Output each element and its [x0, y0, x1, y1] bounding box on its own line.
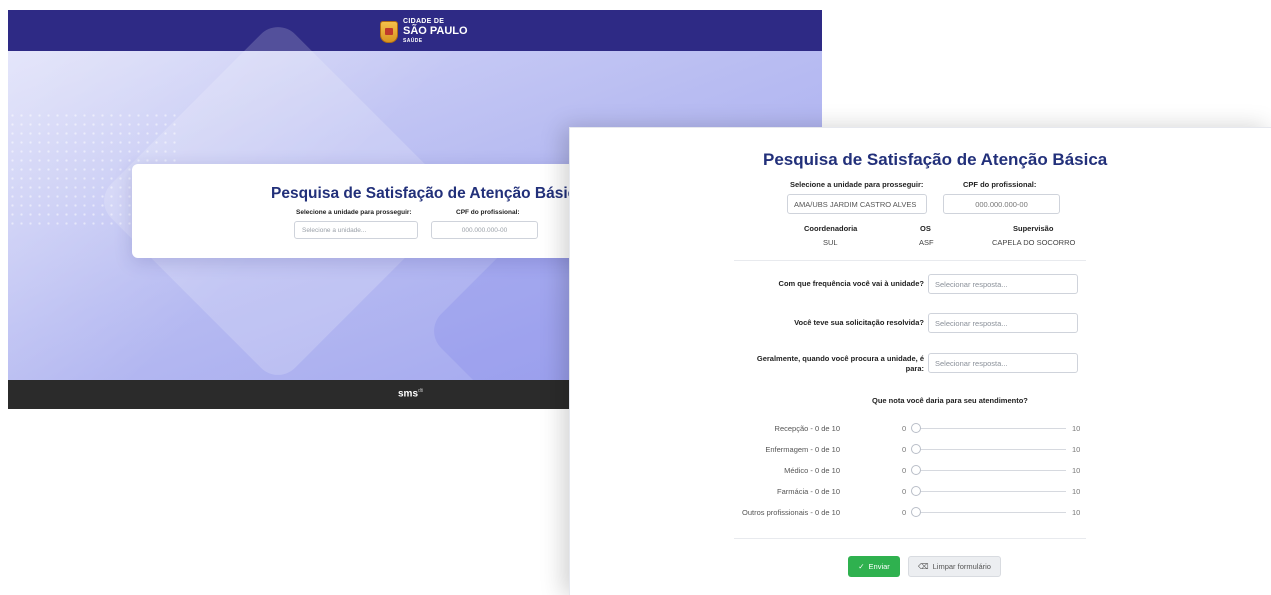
divider: [734, 538, 1086, 539]
rating-label: Médico - 0 de 10: [784, 466, 840, 475]
check-icon: ✓: [858, 562, 865, 571]
unit-select[interactable]: Selecione a unidade...: [294, 221, 418, 239]
question-label-frequencia: Com que frequência você vai à unidade?: [778, 279, 924, 288]
divider: [734, 260, 1086, 261]
rating-max: 10: [1072, 508, 1081, 517]
coordenadoria-value: SUL: [823, 238, 838, 247]
rating-label: Enfermagem - 0 de 10: [765, 445, 840, 454]
submit-button[interactable]: ✓ Enviar: [848, 556, 900, 577]
question-label-motivo: Geralmente, quando você procura a unidad…: [756, 354, 924, 373]
sms-logo: smsdti: [398, 388, 423, 399]
rating-slider-track[interactable]: [916, 512, 1066, 513]
rating-min: 0: [902, 508, 907, 517]
rating-slider-track[interactable]: [916, 449, 1066, 450]
form-title: Pesquisa de Satisfação de Atenção Básica: [763, 150, 1108, 169]
unit-select[interactable]: AMA/UBS JARDIM CASTRO ALVES: [787, 194, 927, 214]
cpf-input[interactable]: 000.000.000-00: [943, 194, 1060, 214]
rating-max: 10: [1072, 466, 1081, 475]
unit-label: Selecione a unidade para prosseguir:: [790, 180, 924, 189]
rating-min: 0: [902, 445, 907, 454]
logo-line2: SÃO PAULO: [403, 25, 468, 37]
clear-label: Limpar formulário: [932, 562, 991, 571]
submit-label: Enviar: [868, 562, 890, 571]
coordenadoria-label: Coordenadoria: [804, 224, 858, 233]
rating-min: 0: [902, 466, 907, 475]
cpf-label: CPF do profissional:: [456, 209, 520, 216]
supervisao-label: Supervisão: [1013, 224, 1054, 233]
os-label: OS: [920, 224, 931, 233]
rating-min: 0: [902, 424, 907, 433]
rating-label: Farmácia - 0 de 10: [777, 487, 840, 496]
unit-label: Selecione a unidade para prosseguir:: [296, 209, 412, 216]
form-window: Pesquisa de Satisfação de Atenção Básica…: [569, 127, 1271, 595]
rating-slider-handle[interactable]: [911, 465, 921, 475]
rating-min: 0: [902, 487, 907, 496]
clear-form-button[interactable]: ⌫ Limpar formulário: [908, 556, 1001, 577]
rating-slider-handle[interactable]: [911, 507, 921, 517]
supervisao-value: CAPELA DO SOCORRO: [992, 238, 1076, 247]
rating-max: 10: [1072, 445, 1081, 454]
rating-label: Outros profissionais - 0 de 10: [742, 508, 840, 517]
top-header: CIDADE DE SÃO PAULO SAÚDE: [8, 10, 822, 51]
ratings-title: Que nota você daria para seu atendimento…: [872, 396, 1028, 405]
rating-max: 10: [1072, 424, 1081, 433]
cpf-input[interactable]: 000.000.000-00: [431, 221, 538, 239]
logo-line3: SAÚDE: [403, 38, 423, 44]
landing-title: Pesquisa de Satisfação de Atenção Básica: [271, 185, 585, 202]
rating-slider-track[interactable]: [916, 428, 1066, 429]
os-value: ASF: [919, 238, 934, 247]
rating-label: Recepção - 0 de 10: [774, 424, 840, 433]
rating-max: 10: [1072, 487, 1081, 496]
question-label-resolvida: Você teve sua solicitação resolvida?: [794, 318, 924, 327]
question-select-motivo[interactable]: Selecionar resposta...: [928, 353, 1078, 373]
sms-logo-text: sms: [398, 388, 419, 400]
city-seal-icon: [380, 20, 398, 43]
landing-card: Pesquisa de Satisfação de Atenção Básica…: [132, 164, 592, 258]
rating-slider-track[interactable]: [916, 491, 1066, 492]
sms-logo-sup: dti: [418, 388, 424, 394]
cpf-label: CPF do profissional:: [963, 180, 1037, 189]
rating-slider-handle[interactable]: [911, 486, 921, 496]
rating-slider-track[interactable]: [916, 470, 1066, 471]
rating-slider-handle[interactable]: [911, 423, 921, 433]
rating-slider-handle[interactable]: [911, 444, 921, 454]
eraser-icon: ⌫: [918, 562, 929, 571]
prefeitura-logo: CIDADE DE SÃO PAULO SAÚDE: [380, 17, 468, 46]
question-select-resolvida[interactable]: Selecionar resposta...: [928, 313, 1078, 333]
question-select-frequencia[interactable]: Selecionar resposta...: [928, 274, 1078, 294]
